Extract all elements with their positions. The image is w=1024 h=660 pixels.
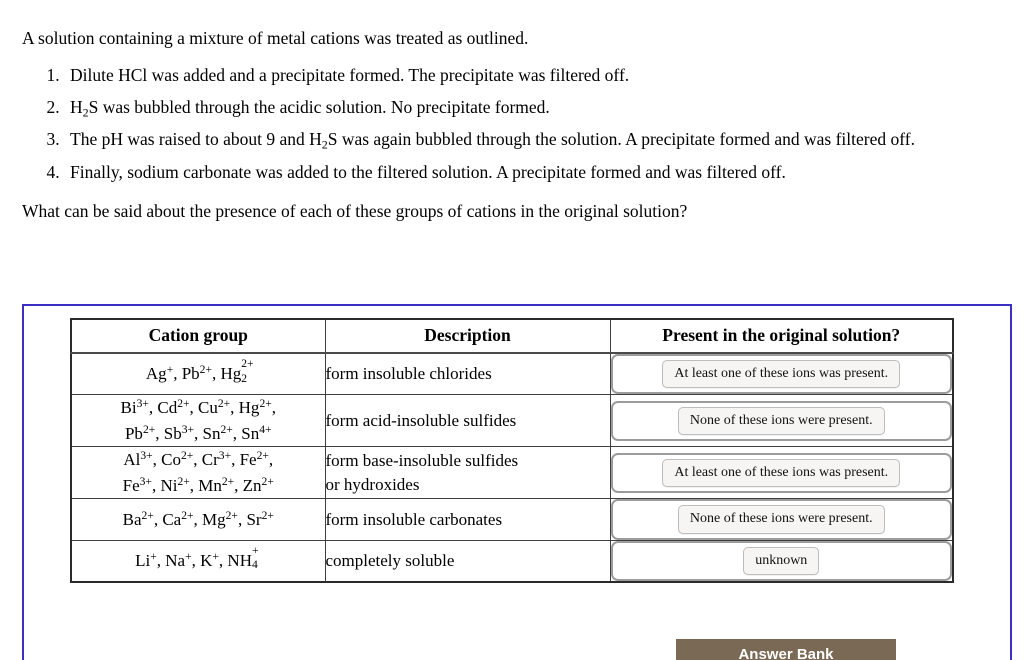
ion-line: Pb2+, Sb3+, Sn2+, Sn4+ xyxy=(124,422,272,443)
answer-drop-zone-1[interactable]: At least one of these ions was present. xyxy=(610,354,952,395)
procedure-steps-list: Dilute HCl was added and a precipitate f… xyxy=(22,64,1002,184)
description-cell-4: form insoluble carbonates xyxy=(324,498,611,541)
procedure-step-2: H2S was bubbled through the acidic solut… xyxy=(64,96,1002,119)
description-cell-1: form insoluble chlorides xyxy=(324,352,611,396)
answer-token-3[interactable]: At least one of these ions was present. xyxy=(662,458,901,488)
cation-group-cell-3: Al3+, Co2+, Cr3+, Fe2+, Fe3+, Ni2+, Mn2+… xyxy=(70,446,326,500)
cation-group-cell-2: Bi3+, Cd2+, Cu2+, Hg2+, Pb2+, Sb3+, Sn2+… xyxy=(70,394,326,448)
answer-token-1[interactable]: At least one of these ions was present. xyxy=(662,360,901,389)
cation-group-cell-4: Ba2+, Ca2+, Mg2+, Sr2+ xyxy=(70,498,326,541)
answer-token-2[interactable]: None of these ions were present. xyxy=(677,406,885,436)
answer-cell-5: unknown xyxy=(609,539,954,583)
procedure-step-3: The pH was raised to about 9 and H2S was… xyxy=(64,128,1002,151)
table-body: Ag+, Pb2+, Hg 2+ 2 form insoluble chloride… xyxy=(70,352,954,583)
intro-lead-text: A solution containing a mixture of metal… xyxy=(22,28,529,48)
answer-drop-zone-3[interactable]: At least one of these ions was present. xyxy=(610,452,952,494)
answer-token-5[interactable]: unknown xyxy=(743,546,820,576)
table-row: Bi3+, Cd2+, Cu2+, Hg2+, Pb2+, Sb3+, Sn2+… xyxy=(70,394,954,448)
table-header-row: Cation group Description Present in the … xyxy=(70,318,954,354)
answer-bank-label: Answer Bank xyxy=(738,646,834,660)
table-row: Li+, Na+, K+, NH +4 completely soluble un… xyxy=(70,539,954,583)
problem-statement: A solution containing a mixture of metal… xyxy=(0,28,1024,223)
ion-line: Al3+, Co2+, Cr3+, Fe2+, xyxy=(123,449,274,470)
procedure-step-4: Finally, sodium carbonate was added to t… xyxy=(64,161,1002,184)
step-3-formula-h2s: H2S xyxy=(309,129,338,152)
cation-group-cell-1: Ag+, Pb2+, Hg 2+ 2 xyxy=(70,352,326,396)
description-line: form base-insoluble sulfides xyxy=(325,451,519,471)
step-3-text-after: was again bubbled through the solution. … xyxy=(337,129,915,150)
description-cell-3: form base-insoluble sulfides or hydroxid… xyxy=(324,446,611,500)
step-2-formula-h2s: H2S xyxy=(70,97,99,120)
answer-drop-zone-4[interactable]: None of these ions were present. xyxy=(610,499,952,540)
answer-token-4[interactable]: None of these ions were present. xyxy=(677,505,885,534)
answer-bank-header[interactable]: Answer Bank xyxy=(676,639,896,660)
exercise-frame: Cation group Description Present in the … xyxy=(22,304,1012,660)
step-1-text: Dilute HCl was added and a precipitate f… xyxy=(70,64,630,85)
ion-line: Fe3+, Ni2+, Mn2+, Zn2+ xyxy=(122,474,274,495)
answer-cell-4: None of these ions were present. xyxy=(609,498,954,541)
step-3-text-before: The pH was raised to about 9 and xyxy=(70,129,310,150)
column-header-description: Description xyxy=(324,318,611,354)
column-header-cation-group: Cation group xyxy=(70,318,326,354)
answer-cell-1: At least one of these ions was present. xyxy=(609,352,954,396)
table-row: Ba2+, Ca2+, Mg2+, Sr2+ form insoluble ca… xyxy=(70,498,954,541)
question-text: What can be said about the presence of e… xyxy=(22,200,688,221)
cation-groups-table: Cation group Description Present in the … xyxy=(70,318,954,584)
table-row: Ag+, Pb2+, Hg 2+ 2 form insoluble chloride… xyxy=(70,352,954,396)
procedure-step-1: Dilute HCl was added and a precipitate f… xyxy=(64,64,1002,87)
ion-line: Ag+, Pb2+, Hg 2+ 2 xyxy=(145,357,254,385)
answer-drop-zone-2[interactable]: None of these ions were present. xyxy=(610,400,952,442)
answer-drop-zone-5[interactable]: unknown xyxy=(610,540,952,582)
ion-line: Li+, Na+, K+, NH +4 xyxy=(135,544,259,572)
answer-cell-2: None of these ions were present. xyxy=(609,394,954,448)
description-cell-5: completely soluble xyxy=(324,539,611,583)
description-line: or hydroxides xyxy=(325,474,420,494)
table-row: Al3+, Co2+, Cr3+, Fe2+, Fe3+, Ni2+, Mn2+… xyxy=(70,446,954,500)
ion-line: Bi3+, Cd2+, Cu2+, Hg2+, xyxy=(120,397,276,418)
step-2-text: was bubbled through the acidic solution.… xyxy=(98,97,550,118)
ion-line: Ba2+, Ca2+, Mg2+, Sr2+ xyxy=(122,508,274,529)
table-header: Cation group Description Present in the … xyxy=(70,318,954,354)
column-header-present: Present in the original solution? xyxy=(609,318,954,354)
cation-group-cell-5: Li+, Na+, K+, NH +4 xyxy=(70,539,326,583)
answer-cell-3: At least one of these ions was present. xyxy=(609,446,954,500)
step-4-text: Finally, sodium carbonate was added to t… xyxy=(70,161,786,182)
description-cell-2: form acid-insoluble sulfides xyxy=(324,394,611,448)
